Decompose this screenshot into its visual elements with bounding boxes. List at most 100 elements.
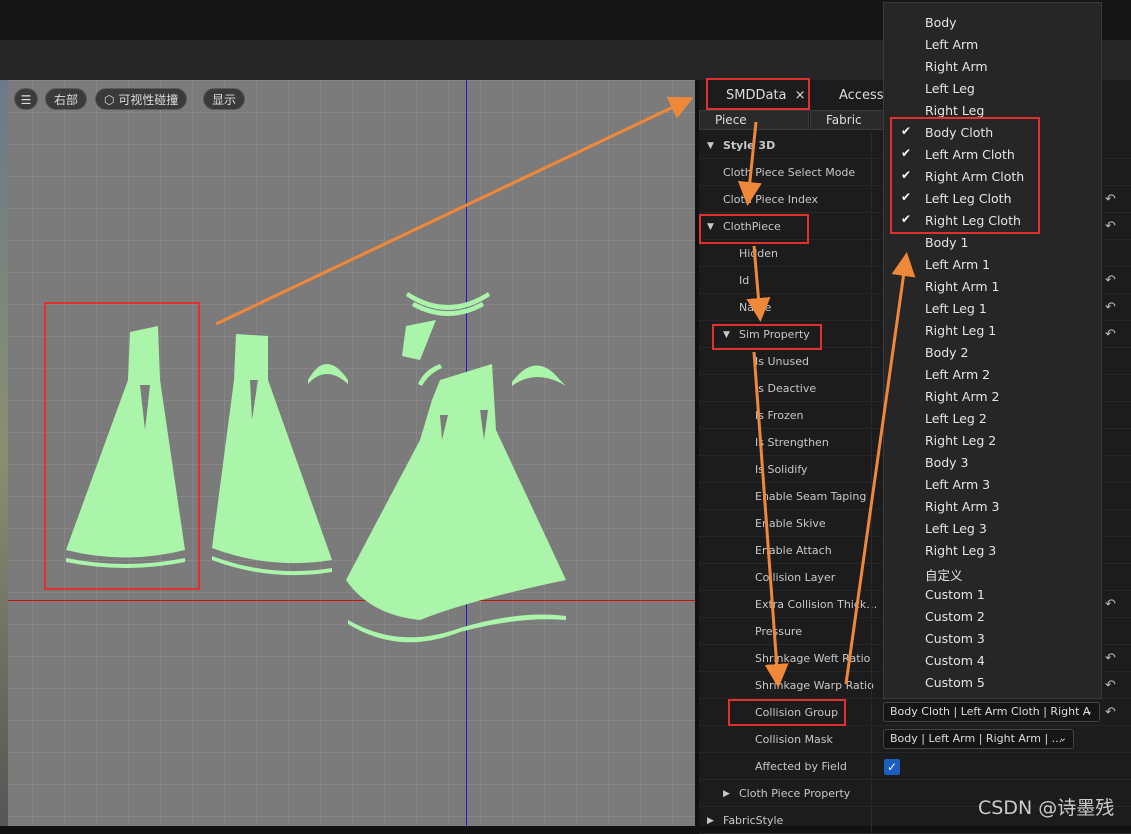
property-label: Extra Collision Thick… bbox=[755, 598, 878, 611]
dropdown-item[interactable]: Custom 3 bbox=[884, 627, 1101, 649]
tab-piece-label: Piece bbox=[715, 113, 747, 127]
value-column-divider bbox=[871, 808, 872, 834]
dropdown-item[interactable]: 自定义 bbox=[884, 561, 1101, 583]
cloth-piece-3 bbox=[346, 364, 566, 620]
expand-right-icon[interactable]: ▶ bbox=[723, 789, 730, 799]
dropdown-item[interactable]: Right Leg 1 bbox=[884, 319, 1101, 341]
dropdown-item-label: Body bbox=[925, 15, 957, 30]
dropdown-item-label: Left Arm 2 bbox=[925, 367, 991, 382]
value-column-divider bbox=[871, 619, 872, 645]
dropdown-item[interactable]: Body 2 bbox=[884, 341, 1101, 363]
chevron-down-icon: ⌄ bbox=[1058, 733, 1067, 744]
cloth-piece-3-strip bbox=[348, 614, 566, 643]
dropdown-item-label: Left Leg 2 bbox=[925, 411, 987, 426]
property-label: Is Unused bbox=[755, 355, 809, 368]
dropdown-item-label: Custom 5 bbox=[925, 675, 985, 690]
value-column-divider bbox=[871, 565, 872, 591]
reset-icon[interactable]: ↶ bbox=[1105, 300, 1116, 315]
reset-icon[interactable]: ↶ bbox=[1105, 327, 1116, 342]
dropdown-item[interactable]: Left Arm 1 bbox=[884, 253, 1101, 275]
value-column-divider bbox=[871, 727, 872, 753]
dropdown-item-label: Right Arm bbox=[925, 59, 988, 74]
value-column-divider bbox=[871, 133, 872, 159]
collision-group-combo[interactable]: Body Cloth | Left Arm Cloth | Right A ⌄ bbox=[883, 702, 1100, 722]
dropdown-item[interactable]: Left Arm 3 bbox=[884, 473, 1101, 495]
dropdown-item-label: Right Arm 3 bbox=[925, 499, 1000, 514]
property-label: Cloth Piece Index bbox=[723, 193, 819, 206]
expand-right-icon[interactable]: ▶ bbox=[707, 816, 714, 826]
value-column-divider bbox=[871, 241, 872, 267]
property-label: Is Deactive bbox=[755, 382, 817, 395]
affected-by-field-checkbox[interactable]: ✓ bbox=[884, 759, 900, 775]
highlight-box-collisiongroup bbox=[728, 699, 846, 726]
dropdown-item-label: Right Leg 1 bbox=[925, 323, 997, 338]
tab-access-label: Access bbox=[839, 88, 884, 103]
dropdown-item[interactable]: Right Arm 2 bbox=[884, 385, 1101, 407]
collision-mask-combo[interactable]: Body | Left Arm | Right Arm | ... ⌄ bbox=[883, 729, 1074, 749]
dropdown-item-label: Body 3 bbox=[925, 455, 969, 470]
highlight-box-piece bbox=[44, 302, 200, 590]
property-label: Shrinkage Warp Ratio bbox=[755, 679, 874, 692]
dropdown-item[interactable]: Left Leg 2 bbox=[884, 407, 1101, 429]
dropdown-item[interactable]: Body 3 bbox=[884, 451, 1101, 473]
dropdown-item[interactable]: Right Arm 1 bbox=[884, 275, 1101, 297]
value-column-divider bbox=[871, 430, 872, 456]
dropdown-item[interactable]: Right Leg 2 bbox=[884, 429, 1101, 451]
dropdown-item[interactable]: Body bbox=[884, 11, 1101, 33]
tab-fabric[interactable]: Fabric bbox=[810, 110, 890, 130]
watermark: CSDN @诗墨残 bbox=[978, 797, 1115, 819]
dropdown-item[interactable]: Right Arm bbox=[884, 55, 1101, 77]
collision-group-dropdown: Body Left Arm Right Arm Left Leg Right Leg ✔ B… bbox=[883, 2, 1102, 699]
highlight-box-checked-items bbox=[890, 117, 1040, 234]
dropdown-item[interactable]: Right Leg 3 bbox=[884, 539, 1101, 561]
dropdown-item-label: Custom 1 bbox=[925, 587, 985, 602]
value-column-divider bbox=[871, 457, 872, 483]
dropdown-item[interactable]: Left Leg 3 bbox=[884, 517, 1101, 539]
reset-icon[interactable]: ↶ bbox=[1105, 651, 1116, 666]
dropdown-item[interactable]: Left Arm 2 bbox=[884, 363, 1101, 385]
dropdown-item[interactable]: Custom 2 bbox=[884, 605, 1101, 627]
reset-icon[interactable]: ↶ bbox=[1105, 597, 1116, 612]
dropdown-item-label: Left Leg bbox=[925, 81, 975, 96]
dropdown-item[interactable]: Custom 4 bbox=[884, 649, 1101, 671]
cloth-collar-piece bbox=[402, 320, 436, 360]
value-column-divider bbox=[871, 160, 872, 186]
dropdown-item[interactable]: Left Leg bbox=[884, 77, 1101, 99]
property-row[interactable]: Affected by Field bbox=[699, 754, 1131, 780]
reset-icon[interactable]: ↶ bbox=[1105, 678, 1116, 693]
highlight-box-simproperty bbox=[712, 324, 822, 350]
property-label: Collision Layer bbox=[755, 571, 836, 584]
viewport[interactable]: ☰ 右部 ⬡ 可视性碰撞 显示 bbox=[0, 80, 695, 826]
value-column-divider bbox=[871, 754, 872, 780]
dropdown-item[interactable]: Custom 1 bbox=[884, 583, 1101, 605]
property-label: Style 3D bbox=[723, 139, 776, 152]
cloth-curve-strip bbox=[418, 364, 442, 386]
reset-icon[interactable]: ↶ bbox=[1105, 192, 1116, 207]
dropdown-item-label: Left Arm bbox=[925, 37, 979, 52]
tab-access[interactable]: Access bbox=[839, 88, 884, 103]
dropdown-item[interactable]: Right Arm 3 bbox=[884, 495, 1101, 517]
reset-icon[interactable]: ↶ bbox=[1105, 705, 1116, 720]
property-label: Id bbox=[739, 274, 750, 287]
dropdown-item[interactable]: Left Arm bbox=[884, 33, 1101, 55]
value-column-divider bbox=[871, 673, 872, 699]
value-column-divider bbox=[871, 511, 872, 537]
chevron-down-icon: ⌄ bbox=[1084, 706, 1093, 717]
highlight-box-clothpiece bbox=[699, 214, 809, 244]
tab-piece[interactable]: Piece bbox=[699, 110, 809, 130]
dropdown-item[interactable]: Left Leg 1 bbox=[884, 297, 1101, 319]
property-label: Shrinkage Weft Ratio bbox=[755, 652, 871, 665]
value-column-divider bbox=[871, 322, 872, 348]
reset-icon[interactable]: ↶ bbox=[1105, 219, 1116, 234]
reset-icon[interactable]: ↶ bbox=[1105, 273, 1116, 288]
dropdown-item-label: Right Leg bbox=[925, 103, 985, 118]
value-column-divider bbox=[871, 214, 872, 240]
expand-down-icon[interactable]: ▼ bbox=[707, 141, 714, 151]
value-column-divider bbox=[871, 484, 872, 510]
dropdown-item-label: Right Arm 1 bbox=[925, 279, 1000, 294]
dropdown-item[interactable]: Body 1 bbox=[884, 231, 1101, 253]
collision-group-value: Body Cloth | Left Arm Cloth | Right A bbox=[890, 705, 1091, 718]
property-label: Is Frozen bbox=[755, 409, 804, 422]
dropdown-item-label: Right Leg 3 bbox=[925, 543, 997, 558]
dropdown-item[interactable]: Custom 5 bbox=[884, 671, 1101, 693]
